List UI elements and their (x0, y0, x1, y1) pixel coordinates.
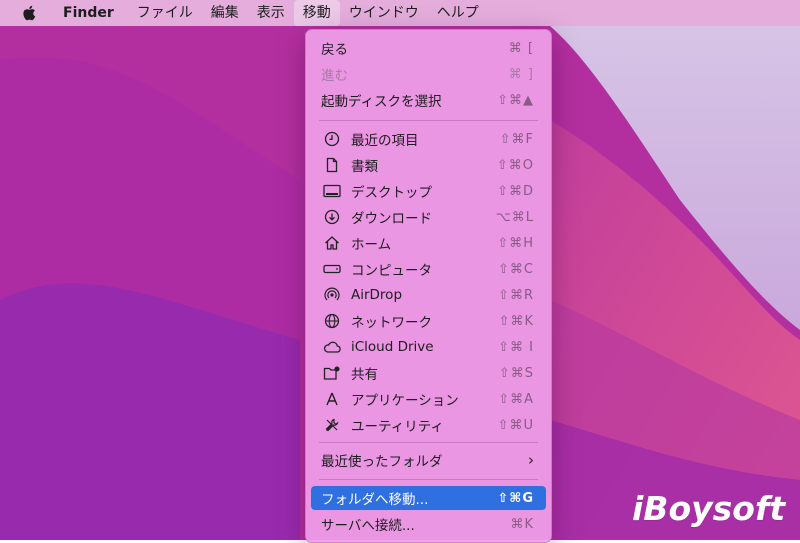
home-icon (323, 234, 341, 252)
menu-item-downloads[interactable]: ダウンロード ⌥⌘L (311, 205, 546, 229)
download-icon (323, 208, 341, 226)
menu-edit[interactable]: 編集 (202, 0, 248, 26)
go-menu-dropdown: 戻る ⌘ [ 進む ⌘ ] 起動ディスクを選択 ⇧⌘▲ 最近の項目 ⇧⌘F 書類… (305, 29, 552, 543)
utilities-icon (323, 416, 341, 434)
menu-item-label: 最近使ったフォルダ (321, 454, 443, 470)
menu-item-recents[interactable]: 最近の項目 ⇧⌘F (311, 127, 546, 151)
menu-item-computer[interactable]: コンピュータ ⇧⌘C (311, 257, 546, 281)
computer-icon (323, 260, 341, 278)
menu-item-back[interactable]: 戻る ⌘ [ (311, 36, 546, 60)
cloud-icon (323, 338, 341, 356)
menu-item-shared[interactable]: 共有 ⇧⌘S (311, 361, 546, 385)
menu-item-label: コンピュータ (351, 263, 432, 279)
menu-item-shortcut: ⇧⌘C (498, 261, 534, 277)
menu-item-label: ホーム (351, 237, 392, 253)
menu-item-shortcut: ⇧⌘ I (498, 339, 534, 355)
menu-item-label: 戻る (321, 42, 348, 58)
menu-item-network[interactable]: ネットワーク ⇧⌘K (311, 309, 546, 333)
menu-item-label: 共有 (351, 367, 378, 383)
network-icon (323, 312, 341, 330)
menu-item-icloud-drive[interactable]: iCloud Drive ⇧⌘ I (311, 335, 546, 359)
document-icon (323, 156, 341, 174)
menu-item-label: iCloud Drive (351, 339, 434, 355)
menu-file[interactable]: ファイル (128, 0, 202, 26)
menu-item-shortcut: ⇧⌘U (497, 417, 534, 433)
menu-item-label: ネットワーク (351, 315, 432, 331)
menu-item-shortcut: ⌘ ] (508, 66, 534, 82)
menu-item-label: 書類 (351, 159, 378, 175)
menu-item-airdrop[interactable]: AirDrop ⇧⌘R (311, 283, 546, 307)
menu-window[interactable]: ウインドウ (340, 0, 428, 26)
menu-item-label: ユーティリティ (351, 419, 444, 435)
menu-item-label: 進む (321, 68, 348, 84)
menu-item-shortcut: ⇧⌘D (497, 183, 534, 199)
menu-item-go-to-folder[interactable]: フォルダへ移動... ⇧⌘G (311, 486, 546, 510)
menu-item-shortcut: ⇧⌘K (498, 313, 534, 329)
chevron-right-icon: › (528, 451, 534, 469)
menu-item-label: サーバへ接続... (321, 518, 415, 534)
menu-separator (319, 442, 538, 443)
apple-menu[interactable] (0, 0, 54, 26)
shared-folder-icon (323, 364, 341, 382)
menu-item-shortcut: ⇧⌘▲ (497, 92, 534, 108)
menu-item-label: アプリケーション (351, 393, 459, 409)
menu-item-label: ダウンロード (351, 211, 432, 227)
applications-icon (323, 390, 341, 408)
menu-item-label: AirDrop (351, 287, 403, 303)
menu-item-utilities[interactable]: ユーティリティ ⇧⌘U (311, 413, 546, 437)
menu-item-startup-disk[interactable]: 起動ディスクを選択 ⇧⌘▲ (311, 88, 546, 112)
menu-item-shortcut: ⇧⌘F (499, 131, 534, 147)
menu-item-label: 最近の項目 (351, 133, 419, 149)
menu-item-shortcut: ⇧⌘H (497, 235, 534, 251)
menu-item-documents[interactable]: 書類 ⇧⌘O (311, 153, 546, 177)
menu-item-label: フォルダへ移動... (321, 492, 429, 508)
menu-item-home[interactable]: ホーム ⇧⌘H (311, 231, 546, 255)
menu-finder[interactable]: Finder (54, 0, 128, 26)
menu-item-shortcut: ⇧⌘G (497, 490, 534, 506)
menu-item-label: 起動ディスクを選択 (321, 94, 442, 110)
menu-separator (319, 479, 538, 480)
menu-item-shortcut: ⇧⌘S (498, 365, 534, 381)
menu-item-connect-to-server[interactable]: サーバへ接続... ⌘K (311, 512, 546, 536)
menu-bar: Finder ファイル 編集 表示 移動 ウインドウ ヘルプ (0, 0, 800, 26)
menu-item-applications[interactable]: アプリケーション ⇧⌘A (311, 387, 546, 411)
menu-item-recent-folders[interactable]: 最近使ったフォルダ › (311, 448, 546, 472)
watermark-logo: iBoysoft (632, 489, 786, 528)
menu-item-desktop[interactable]: デスクトップ ⇧⌘D (311, 179, 546, 203)
menu-separator (319, 120, 538, 121)
desktop-icon (323, 182, 341, 200)
menu-item-label: デスクトップ (351, 185, 432, 201)
menu-item-shortcut: ⇧⌘A (498, 391, 534, 407)
menu-help[interactable]: ヘルプ (428, 0, 488, 26)
menu-item-shortcut: ⇧⌘R (498, 287, 534, 303)
menu-go[interactable]: 移動 (293, 0, 340, 26)
airdrop-icon (323, 286, 341, 304)
menu-item-forward: 進む ⌘ ] (311, 62, 546, 86)
menu-view[interactable]: 表示 (248, 0, 294, 26)
menu-item-shortcut: ⇧⌘O (496, 157, 534, 173)
menu-item-shortcut: ⌥⌘L (495, 209, 534, 225)
clock-icon (323, 130, 341, 148)
apple-logo-icon (23, 5, 36, 21)
menu-item-shortcut: ⌘ [ (508, 40, 534, 56)
menu-item-shortcut: ⌘K (510, 516, 534, 532)
